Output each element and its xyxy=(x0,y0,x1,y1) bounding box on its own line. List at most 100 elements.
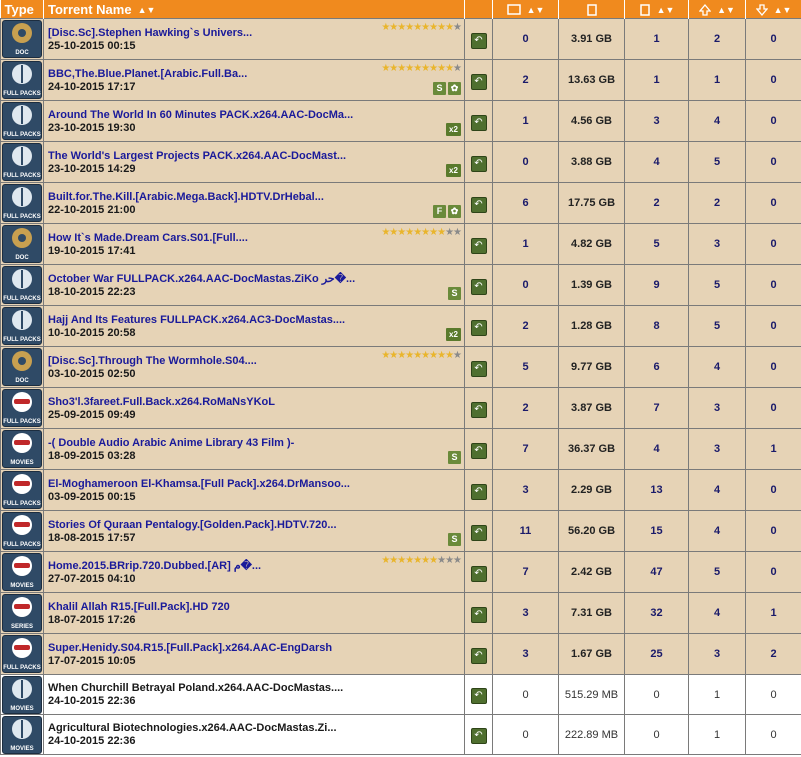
table-row[interactable]: FULL PACKS Around The World In 60 Minutes… xyxy=(0,100,801,142)
files-count[interactable]: 8 xyxy=(624,305,689,347)
category-badge[interactable]: FULL PACKS xyxy=(2,184,42,222)
files-count[interactable]: 25 xyxy=(624,633,689,675)
files-count[interactable]: 2 xyxy=(624,182,689,224)
files-count[interactable]: 6 xyxy=(624,346,689,388)
leechers-count[interactable]: 0 xyxy=(745,223,801,265)
category-cell[interactable]: FULL PACKS xyxy=(0,469,44,511)
category-badge[interactable]: MOVIES xyxy=(2,553,42,591)
comments-count[interactable]: 0 xyxy=(492,264,559,306)
seeders-count[interactable]: 4 xyxy=(688,592,746,634)
leechers-count[interactable]: 2 xyxy=(745,633,801,675)
category-cell[interactable]: DOC xyxy=(0,223,44,265)
download-icon[interactable]: ↶ xyxy=(470,155,487,172)
files-count[interactable]: 15 xyxy=(624,510,689,552)
comments-count[interactable]: 5 xyxy=(492,346,559,388)
table-row[interactable]: FULL PACKS Stories Of Quraan Pentalogy.[G… xyxy=(0,510,801,552)
col-files-header[interactable]: ▲▼ xyxy=(624,0,689,19)
table-row[interactable]: FULL PACKS Hajj And Its Features FULLPACK… xyxy=(0,305,801,347)
leechers-count[interactable]: 0 xyxy=(745,469,801,511)
files-count[interactable]: 0 xyxy=(624,714,689,755)
files-count[interactable]: 5 xyxy=(624,223,689,265)
torrent-title-link[interactable]: Khalil Allah R15.[Full.Pack].HD 720 xyxy=(48,601,464,613)
col-leechers-header[interactable]: ▲▼ xyxy=(745,0,801,19)
category-cell[interactable]: MOVIES xyxy=(0,714,44,755)
category-cell[interactable]: FULL PACKS xyxy=(0,510,44,552)
category-badge[interactable]: FULL PACKS xyxy=(2,102,42,140)
download-icon[interactable]: ↶ xyxy=(470,728,487,744)
download-icon[interactable]: ↶ xyxy=(470,360,487,377)
files-count[interactable]: 4 xyxy=(624,428,689,470)
comments-count[interactable]: 2 xyxy=(492,59,559,101)
download-icon[interactable]: ↶ xyxy=(470,73,487,90)
sort-arrows-icon[interactable]: ▲▼ xyxy=(138,5,156,15)
download-icon[interactable]: ↶ xyxy=(470,483,487,500)
category-cell[interactable]: DOC xyxy=(0,18,44,60)
table-row[interactable]: DOC [Disc.Sc].Stephen Hawking`s Univers..… xyxy=(0,18,801,60)
leechers-count[interactable]: 0 xyxy=(745,305,801,347)
leechers-count[interactable]: 0 xyxy=(745,141,801,183)
leechers-count[interactable]: 1 xyxy=(745,592,801,634)
leechers-count[interactable]: 0 xyxy=(745,714,801,755)
comments-count[interactable]: 1 xyxy=(492,223,559,265)
files-count[interactable]: 47 xyxy=(624,551,689,593)
category-cell[interactable]: SERIES xyxy=(0,592,44,634)
table-row[interactable]: MOVIES Home.2015.BRrip.720.Dubbed.[AR] م�… xyxy=(0,551,801,593)
files-count[interactable]: 32 xyxy=(624,592,689,634)
torrent-title-link[interactable]: El-Moghameroon El-Khamsa.[Full Pack].x26… xyxy=(48,478,464,490)
comments-count[interactable]: 0 xyxy=(492,141,559,183)
leechers-count[interactable]: 0 xyxy=(745,387,801,429)
table-row[interactable]: FULL PACKS Built.for.The.Kill.[Arabic.Meg… xyxy=(0,182,801,224)
download-icon[interactable]: ↶ xyxy=(470,524,487,541)
category-badge[interactable]: DOC xyxy=(2,20,42,58)
table-row[interactable]: MOVIES -( Double Audio Arabic Anime Libra… xyxy=(0,428,801,470)
seeders-count[interactable]: 4 xyxy=(688,100,746,142)
download-icon[interactable]: ↶ xyxy=(470,196,487,213)
table-row[interactable]: FULL PACKS Sho3'l.3fareet.Full.Back.x264.… xyxy=(0,387,801,429)
seeders-count[interactable]: 1 xyxy=(688,674,746,715)
seeders-count[interactable]: 5 xyxy=(688,141,746,183)
download-icon[interactable]: ↶ xyxy=(470,565,487,582)
torrent-title-link[interactable]: When Churchill Betrayal Poland.x264.AAC-… xyxy=(48,682,464,694)
sort-arrows-icon[interactable]: ▲▼ xyxy=(717,5,735,15)
comments-count[interactable]: 1 xyxy=(492,100,559,142)
category-cell[interactable]: FULL PACKS xyxy=(0,305,44,347)
files-count[interactable]: 7 xyxy=(624,387,689,429)
files-count[interactable]: 4 xyxy=(624,141,689,183)
category-cell[interactable]: MOVIES xyxy=(0,674,44,715)
comments-count[interactable]: 3 xyxy=(492,592,559,634)
torrent-title-link[interactable]: Hajj And Its Features FULLPACK.x264.AC3-… xyxy=(48,314,464,326)
torrent-title-link[interactable]: Sho3'l.3fareet.Full.Back.x264.RoMaNsYKoL xyxy=(48,396,464,408)
comments-count[interactable]: 3 xyxy=(492,469,559,511)
category-cell[interactable]: FULL PACKS xyxy=(0,182,44,224)
download-icon[interactable]: ↶ xyxy=(470,278,487,295)
table-row[interactable]: FULL PACKS The World's Largest Projects P… xyxy=(0,141,801,183)
category-cell[interactable]: FULL PACKS xyxy=(0,59,44,101)
files-count[interactable]: 0 xyxy=(624,674,689,715)
category-badge[interactable]: FULL PACKS xyxy=(2,266,42,304)
seeders-count[interactable]: 3 xyxy=(688,223,746,265)
download-icon[interactable]: ↶ xyxy=(470,401,487,418)
seeders-count[interactable]: 2 xyxy=(688,182,746,224)
torrent-title-link[interactable]: -( Double Audio Arabic Anime Library 43 … xyxy=(48,437,464,449)
comments-count[interactable]: 0 xyxy=(492,714,559,755)
seeders-count[interactable]: 1 xyxy=(688,59,746,101)
category-badge[interactable]: FULL PACKS xyxy=(2,471,42,509)
category-badge[interactable]: SERIES xyxy=(2,594,42,632)
comments-count[interactable]: 0 xyxy=(492,674,559,715)
col-seeders-header[interactable]: ▲▼ xyxy=(688,0,746,19)
leechers-count[interactable]: 0 xyxy=(745,264,801,306)
table-row[interactable]: DOC [Disc.Sc].Through The Wormhole.S04...… xyxy=(0,346,801,388)
files-count[interactable]: 1 xyxy=(624,59,689,101)
torrent-title-link[interactable]: Agricultural Biotechnologies.x264.AAC-Do… xyxy=(48,722,464,734)
download-icon[interactable]: ↶ xyxy=(470,319,487,336)
seeders-count[interactable]: 4 xyxy=(688,469,746,511)
category-badge[interactable]: MOVIES xyxy=(2,430,42,468)
col-name-header[interactable]: Torrent Name ▲▼ xyxy=(43,0,465,19)
sort-arrows-icon[interactable]: ▲▼ xyxy=(774,5,792,15)
category-cell[interactable]: FULL PACKS xyxy=(0,264,44,306)
comments-count[interactable]: 6 xyxy=(492,182,559,224)
torrent-title-link[interactable]: The World's Largest Projects PACK.x264.A… xyxy=(48,150,464,162)
table-row[interactable]: SERIES Khalil Allah R15.[Full.Pack].HD 72… xyxy=(0,592,801,634)
category-badge[interactable]: FULL PACKS xyxy=(2,512,42,550)
seeders-count[interactable]: 2 xyxy=(688,18,746,60)
